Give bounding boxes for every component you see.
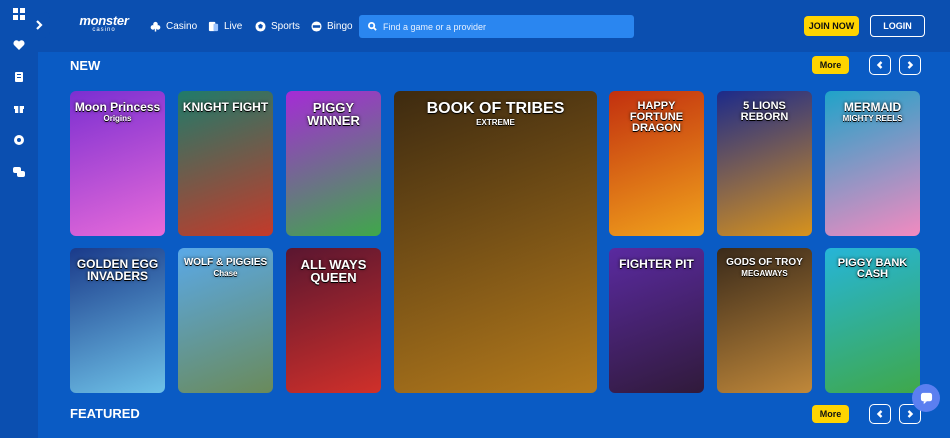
section-title-new: NEW: [70, 58, 101, 73]
login-button[interactable]: LOGIN: [870, 15, 925, 37]
receipt-icon[interactable]: [0, 63, 38, 91]
game-tile-mermaid-mighty-reels[interactable]: MERMAID MIGHTY REELS: [825, 91, 920, 236]
support-circle-icon[interactable]: [0, 126, 38, 154]
game-title: MERMAID MIGHTY REELS: [839, 101, 907, 123]
game-title: GODS OF TROY MEGAWAYS: [722, 258, 807, 278]
ball-icon: [255, 20, 266, 32]
game-tile-5-lions-reborn[interactable]: 5 LIONS REBORN: [717, 91, 812, 236]
new-more-button[interactable]: More: [812, 56, 849, 74]
join-now-button[interactable]: JOIN NOW: [804, 16, 859, 36]
nav-casino-label: Casino: [166, 20, 198, 32]
game-tile-gods-of-troy[interactable]: GODS OF TROY MEGAWAYS: [717, 248, 812, 393]
game-subtitle: Origins: [103, 114, 132, 123]
nav-sports[interactable]: Sports: [255, 18, 300, 34]
game-tile-knight-fight[interactable]: KNIGHT FIGHT: [178, 91, 273, 236]
game-title-text: WOLF & PIGGIES: [183, 257, 268, 268]
game-tile-piggy-bank-cash[interactable]: PIGGY BANK CASH: [825, 248, 920, 393]
game-title: GOLDEN EGG INVADERS: [70, 258, 165, 282]
game-title: ALL WAYS QUEEN: [286, 258, 381, 284]
live-cards-icon: [208, 21, 219, 31]
game-tile-book-of-tribes[interactable]: BOOK OF TRIBES EXTREME: [394, 91, 597, 393]
new-prev-button[interactable]: [869, 55, 891, 75]
chat-bubbles-icon[interactable]: [0, 158, 38, 186]
search-box[interactable]: [359, 15, 634, 38]
nav-live-label: Live: [224, 20, 243, 32]
game-title: HAPPY FORTUNE DRAGON: [609, 101, 704, 134]
game-title: FIGHTER PIT: [615, 258, 698, 270]
game-title-text: BOOK OF TRIBES: [426, 100, 565, 117]
chat-icon: [920, 392, 932, 404]
gift-icon[interactable]: [0, 94, 38, 122]
game-title-text: FIGHTER PIT: [619, 257, 694, 271]
game-title-text: ALL WAYS QUEEN: [300, 257, 367, 285]
game-title-text: 5 LIONS REBORN: [740, 100, 789, 123]
game-title-text: Moon Princess: [74, 100, 161, 114]
game-title-text: PIGGY WINNER: [307, 100, 360, 128]
game-tile-happy-fortune-dragon[interactable]: HAPPY FORTUNE DRAGON: [609, 91, 704, 236]
brand-name: monster: [79, 13, 129, 28]
game-title: BOOK OF TRIBES EXTREME: [423, 101, 569, 127]
chevron-left-icon: [876, 410, 883, 418]
game-tile-all-ways-queen[interactable]: ALL WAYS QUEEN: [286, 248, 381, 393]
nav-live[interactable]: Live: [208, 18, 242, 34]
game-subtitle: MIGHTY REELS: [842, 114, 903, 123]
brand-logo[interactable]: monster casino: [76, 14, 132, 36]
featured-prev-button[interactable]: [869, 404, 891, 424]
game-subtitle: MEGAWAYS: [741, 269, 788, 278]
chevron-right-icon: [907, 410, 914, 418]
side-rail: [0, 0, 38, 438]
chevron-right-icon: [907, 61, 914, 69]
game-subtitle: EXTREME: [476, 118, 515, 127]
game-tile-moon-princess[interactable]: Moon Princess Origins: [70, 91, 165, 236]
nav-bingo-label: Bingo: [327, 20, 353, 32]
game-title-text: HAPPY FORTUNE DRAGON: [629, 100, 684, 134]
game-tile-fighter-pit[interactable]: FIGHTER PIT: [609, 248, 704, 393]
game-title: PIGGY BANK CASH: [825, 258, 920, 280]
game-tile-wolf-vs-piggies-chase[interactable]: WOLF & PIGGIES Chase: [178, 248, 273, 393]
nav-casino[interactable]: Casino: [150, 18, 197, 34]
bingo-ball-icon: [311, 20, 322, 32]
search-icon: [368, 22, 377, 31]
game-title-text: KNIGHT FIGHT: [182, 100, 269, 114]
game-title: Moon Princess Origins: [71, 101, 164, 123]
featured-more-button[interactable]: More: [812, 405, 849, 423]
game-title-text: GOLDEN EGG INVADERS: [76, 257, 159, 283]
game-title-text: GODS OF TROY: [726, 257, 803, 268]
nav-bingo[interactable]: Bingo: [311, 18, 353, 34]
section-title-featured: FEATURED: [70, 406, 140, 421]
clubs-icon: [150, 21, 161, 32]
game-title: WOLF & PIGGIES Chase: [180, 258, 271, 278]
game-subtitle: Chase: [213, 269, 238, 278]
rail-expand-button[interactable]: [28, 12, 50, 38]
new-next-button[interactable]: [899, 55, 921, 75]
game-title: 5 LIONS REBORN: [717, 101, 812, 123]
search-input[interactable]: [383, 21, 623, 32]
game-tile-golden-egg-invaders[interactable]: GOLDEN EGG INVADERS: [70, 248, 165, 393]
game-title-text: PIGGY BANK CASH: [837, 257, 908, 280]
nav-sports-label: Sports: [271, 20, 300, 32]
game-title: PIGGY WINNER: [286, 101, 381, 127]
game-tile-piggy-winner[interactable]: PIGGY WINNER: [286, 91, 381, 236]
chevron-left-icon: [876, 61, 883, 69]
chevron-right-icon: [36, 20, 43, 30]
live-chat-button[interactable]: [912, 384, 940, 412]
game-title-text: MERMAID: [843, 100, 902, 114]
brand-tagline: casino: [92, 27, 116, 33]
game-title: KNIGHT FIGHT: [179, 101, 272, 113]
